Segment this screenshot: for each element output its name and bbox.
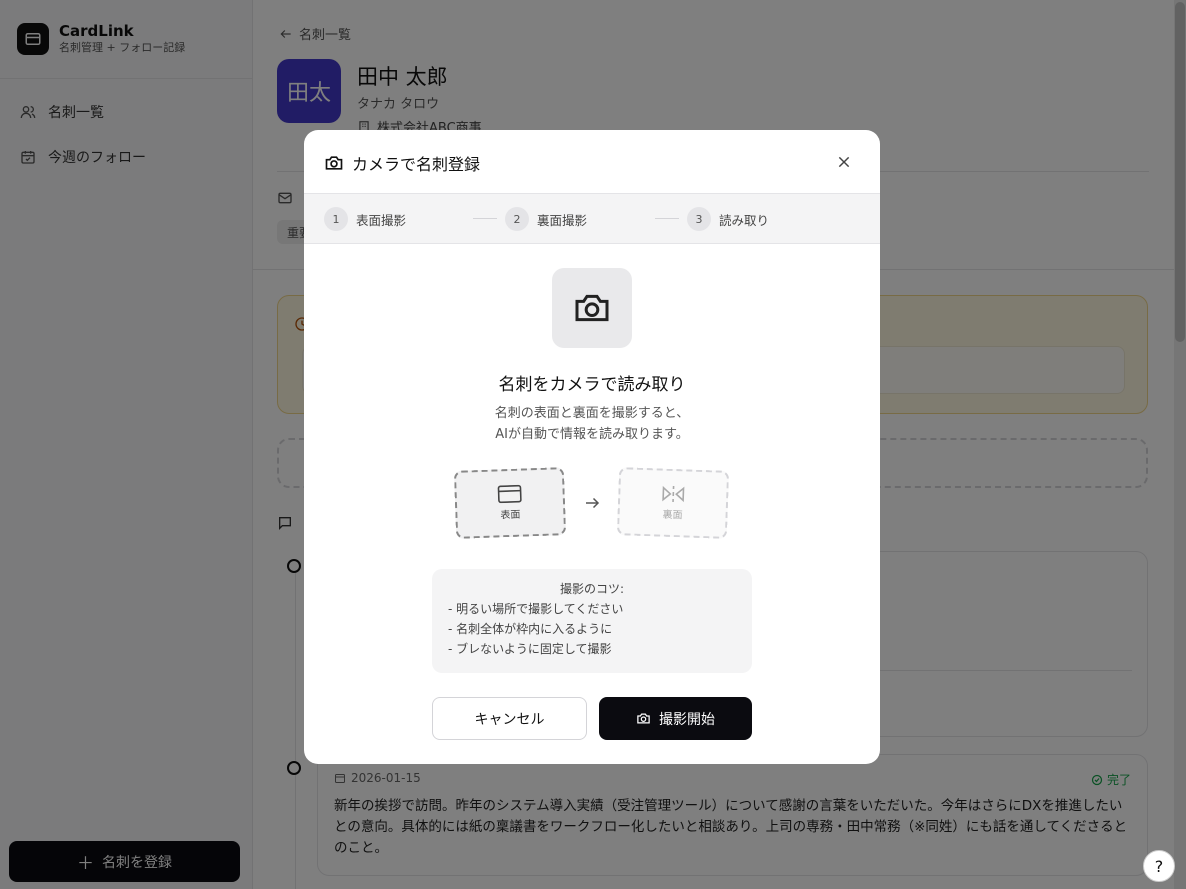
front-side-label: 表面: [500, 509, 521, 522]
cancel-button[interactable]: キャンセル: [432, 697, 587, 740]
credit-card-icon: [497, 484, 522, 504]
close-icon: [838, 156, 850, 168]
modal-heading: 名刺をカメラで読み取り: [498, 375, 686, 395]
modal-header: カメラで名刺登録: [304, 130, 880, 194]
tips-title: 撮影のコツ:: [559, 582, 625, 596]
modal-description: 名刺の表面と裏面を撮影すると、 AIが自動で情報を読み取ります。: [304, 403, 880, 445]
step-connector: [473, 218, 497, 219]
back-side-card: 裏面: [616, 467, 730, 539]
step-connector: [655, 218, 679, 219]
tip-item: - 明るい場所で撮影してください: [448, 602, 624, 616]
front-side-card: 表面: [453, 467, 567, 539]
description-line: 名刺の表面と裏面を撮影すると、: [494, 406, 690, 421]
flip-icon: [662, 485, 685, 503]
camera-icon: [325, 156, 343, 170]
tip-item: - ブレないように固定して撮影: [448, 642, 612, 656]
close-button[interactable]: [834, 152, 854, 172]
step-back: 2 裏面撮影: [505, 207, 587, 231]
back-side-label: 裏面: [662, 509, 683, 522]
modal-title-text: カメラで名刺登録: [352, 155, 481, 174]
step-front: 1 表面撮影: [324, 207, 406, 231]
step-number: 3: [687, 207, 711, 231]
step-label: 読み取り: [719, 212, 770, 228]
camera-icon: [575, 294, 609, 322]
modal-title: カメラで名刺登録: [324, 151, 480, 175]
camera-register-modal: カメラで名刺登録 1 表面撮影 2 裏面撮影 3 読み取り 名刺をカメラで読み取…: [304, 130, 880, 764]
start-capture-button[interactable]: 撮影開始: [599, 697, 752, 740]
step-label: 裏面撮影: [537, 212, 588, 228]
tip-item: - 名刺全体が枠内に入るように: [448, 622, 613, 636]
step-number: 1: [324, 207, 348, 231]
camera-illustration: [552, 268, 632, 348]
step-number: 2: [505, 207, 529, 231]
camera-icon: [637, 713, 650, 724]
description-line: AIが自動で情報を読み取ります。: [495, 427, 689, 442]
arrow-right-icon: [586, 497, 600, 509]
step-read: 3 読み取り: [687, 207, 769, 231]
step-label: 表面撮影: [356, 212, 407, 228]
help-button[interactable]: ?: [1143, 850, 1175, 882]
start-capture-label: 撮影開始: [659, 711, 715, 728]
step-indicator: 1 表面撮影 2 裏面撮影 3 読み取り: [304, 194, 880, 244]
tips-box: 撮影のコツ: - 明るい場所で撮影してください - 名刺全体が枠内に入るように …: [432, 569, 752, 673]
